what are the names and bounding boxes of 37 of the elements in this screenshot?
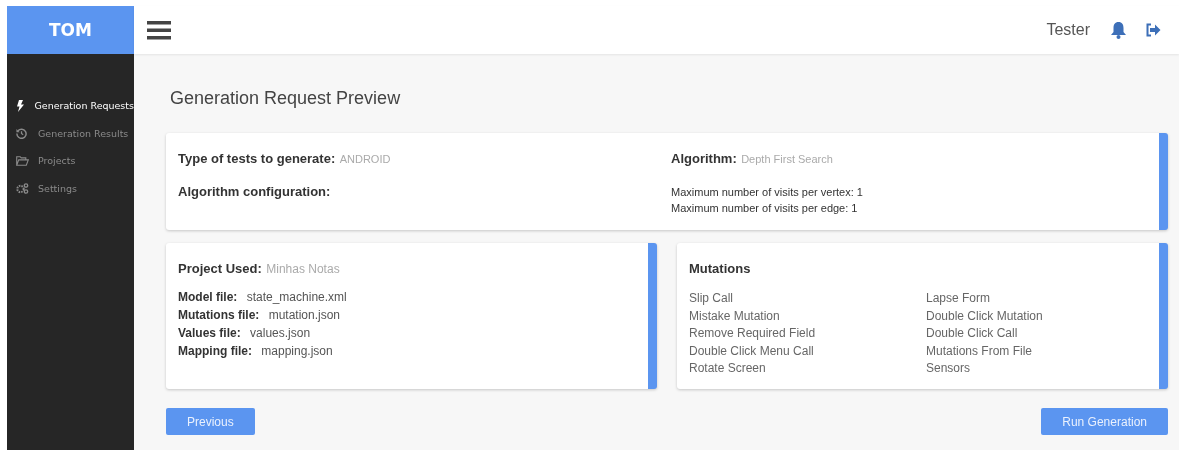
mutation-item: Double Click Call bbox=[926, 326, 1019, 342]
gears-icon bbox=[16, 182, 29, 194]
mutation-item: Rotate Screen bbox=[689, 361, 767, 377]
mutation-item: Mistake Mutation bbox=[689, 308, 781, 325]
mutation-item: Remove Required Field bbox=[689, 326, 817, 342]
config-line: Maximum number of visits per vertex: 1 bbox=[671, 185, 864, 200]
mutation-item: Mutations From File bbox=[926, 343, 1034, 360]
file-entry: Mapping file: mapping.json bbox=[178, 344, 334, 358]
config-line: Maximum number of visits per edge: 1 bbox=[671, 201, 859, 216]
sidebar-item[interactable]: Generation Results bbox=[7, 119, 134, 147]
mutation-item: Slip Call bbox=[689, 291, 734, 307]
mutation-item: Sensors bbox=[926, 361, 972, 377]
sidebar-item[interactable]: Projects bbox=[7, 147, 134, 175]
test-type: Type of tests to generate: ANDROID bbox=[178, 150, 392, 167]
folder-icon bbox=[16, 155, 29, 166]
file-entry: Model file: state_machine.xml bbox=[178, 290, 348, 304]
bell-icon[interactable] bbox=[1110, 21, 1127, 39]
mutation-item: Double Click Mutation bbox=[926, 308, 1044, 325]
mutation-item: Double Click Menu Call bbox=[689, 343, 815, 360]
mutations-title: Mutations bbox=[689, 261, 751, 276]
file-entry: Values file: values.json bbox=[178, 326, 312, 340]
file-entry: Mutations file: mutation.json bbox=[178, 308, 342, 322]
previous-button[interactable]: Previous bbox=[166, 408, 255, 435]
run-generation-button[interactable]: Run Generation bbox=[1041, 408, 1168, 435]
sidebar-item[interactable]: Generation Requests bbox=[7, 92, 134, 120]
project-used: Project Used: Minhas Notas bbox=[178, 260, 340, 276]
user-name[interactable]: Tester bbox=[1046, 21, 1090, 39]
history-icon bbox=[16, 127, 27, 139]
lightning-icon bbox=[16, 99, 24, 112]
logout-icon[interactable] bbox=[1145, 23, 1161, 37]
mutation-item: Lapse Form bbox=[926, 291, 992, 307]
sidebar-item[interactable]: Settings bbox=[7, 174, 134, 202]
algorithm: Algorithm: Depth First Search bbox=[671, 150, 834, 167]
config-label: Algorithm configuration: bbox=[178, 184, 332, 199]
brand-logo[interactable]: TOM bbox=[7, 6, 134, 54]
menu-icon[interactable] bbox=[147, 20, 171, 40]
page-title: Generation Request Preview bbox=[170, 88, 402, 109]
